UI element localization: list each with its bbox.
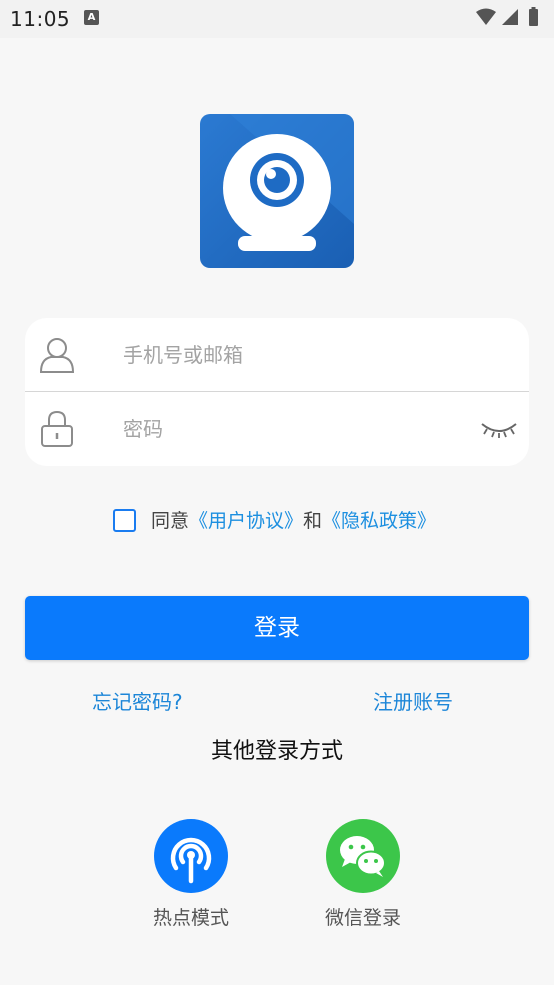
- wifi-signal-battery-icons: [476, 7, 538, 26]
- wifi-icon: [476, 8, 496, 25]
- battery-icon: [529, 9, 538, 26]
- lock-icon: [41, 410, 73, 447]
- signal-icon: [502, 9, 518, 25]
- agreement-prefix: 同意: [151, 510, 190, 532]
- status-icons: [474, 6, 544, 30]
- hotspot-login-button[interactable]: 热点模式: [131, 819, 251, 930]
- agreement-checkbox[interactable]: [113, 509, 136, 532]
- forgot-password-link[interactable]: 忘记密码?: [92, 686, 183, 715]
- user-icon: [39, 338, 75, 373]
- app-logo: [200, 114, 354, 268]
- status-time: 11:05: [10, 7, 71, 31]
- status-bar: 11:05 A: [0, 0, 554, 38]
- wechat-icon[interactable]: [326, 819, 400, 893]
- user-agreement-link[interactable]: 《用户协议》: [189, 510, 303, 532]
- hotspot-label: 热点模式: [152, 907, 229, 929]
- privacy-policy-link[interactable]: 《隐私政策》: [322, 510, 436, 532]
- other-login-title: 其他登录方式: [210, 739, 343, 764]
- hotspot-icon[interactable]: [154, 819, 228, 893]
- wechat-label: 微信登录: [324, 907, 401, 929]
- webcam-logo-icon: [200, 114, 354, 268]
- agreement-text: 同意《用户协议》和《隐私政策》: [151, 508, 436, 534]
- text-a-icon: A: [84, 10, 99, 25]
- wechat-login-button[interactable]: 微信登录: [303, 819, 423, 930]
- account-input[interactable]: [123, 336, 463, 374]
- register-link[interactable]: 注册账号: [373, 686, 453, 715]
- agreement-conjunction: 和: [303, 510, 323, 532]
- login-card: [25, 318, 529, 466]
- password-row: [25, 392, 529, 465]
- login-button[interactable]: 登录: [25, 596, 529, 660]
- eye-closed-icon[interactable]: [479, 414, 519, 444]
- account-row: [25, 318, 529, 392]
- password-input[interactable]: [123, 410, 463, 448]
